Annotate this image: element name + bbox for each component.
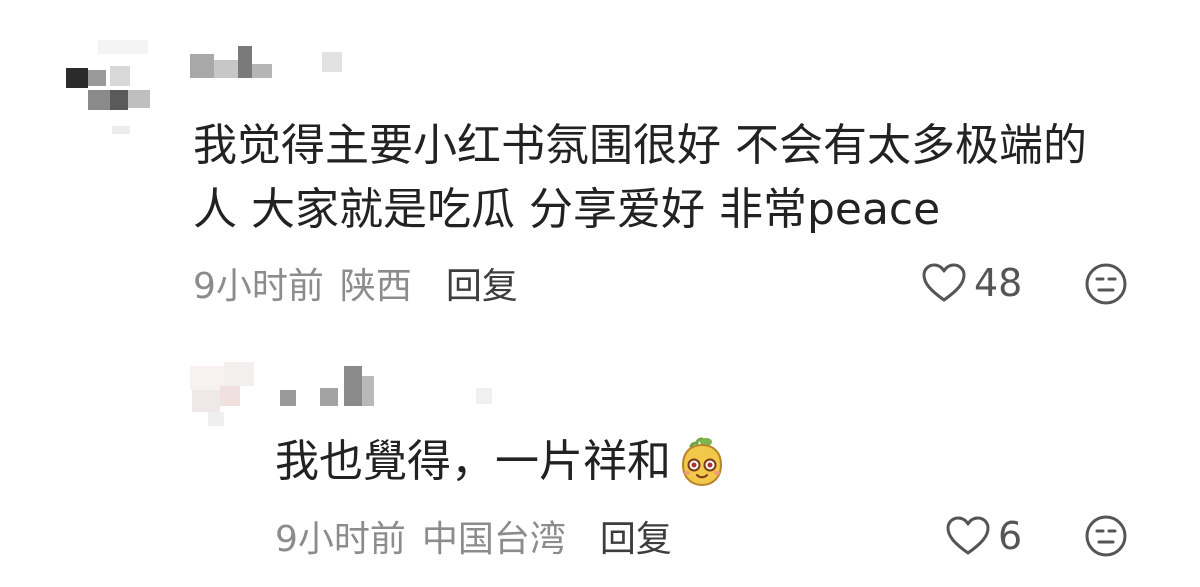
username[interactable]	[190, 46, 350, 82]
avatar[interactable]	[190, 362, 260, 430]
location: 中国台湾	[421, 519, 566, 560]
timestamp: 9小时前	[275, 519, 406, 560]
comment-text-line: 人 大家就是吃瓜 分享爱好 非常peace	[193, 184, 941, 235]
like-button[interactable]: 6	[944, 512, 1022, 560]
location: 陕西	[339, 266, 412, 307]
comment-thread: 我觉得主要小红书氛围很好 不会有太多极端的 人 大家就是吃瓜 分享爱好 非常pe…	[0, 0, 1200, 587]
heart-outline-icon	[946, 516, 990, 555]
neutral-face-icon	[1085, 515, 1127, 557]
reaction-button[interactable]	[1084, 262, 1128, 306]
reply-button[interactable]: 回复	[446, 257, 518, 309]
reaction-button[interactable]	[1084, 514, 1128, 558]
like-count: 48	[974, 261, 1023, 305]
reply-button[interactable]: 回复	[600, 510, 672, 562]
username[interactable]	[280, 366, 500, 410]
comment-text: 我也覺得，一片祥和	[275, 436, 671, 487]
heart-outline-icon	[922, 263, 966, 302]
comment-meta: 9小时前 中国台湾 回复	[275, 512, 672, 560]
timestamp: 9小时前	[193, 266, 324, 307]
comment-meta: 9小时前 陕西 回复	[193, 259, 518, 307]
yellow-mascot-emoji	[681, 437, 723, 487]
comment-text-line: 我也覺得，一片祥和	[275, 430, 729, 494]
comment-text-line: 我觉得主要小红书氛围很好 不会有太多极端的	[193, 120, 1087, 171]
neutral-face-icon	[1085, 263, 1127, 305]
like-count: 6	[998, 514, 1023, 558]
like-button[interactable]: 48	[920, 259, 1022, 307]
avatar[interactable]	[60, 40, 160, 135]
